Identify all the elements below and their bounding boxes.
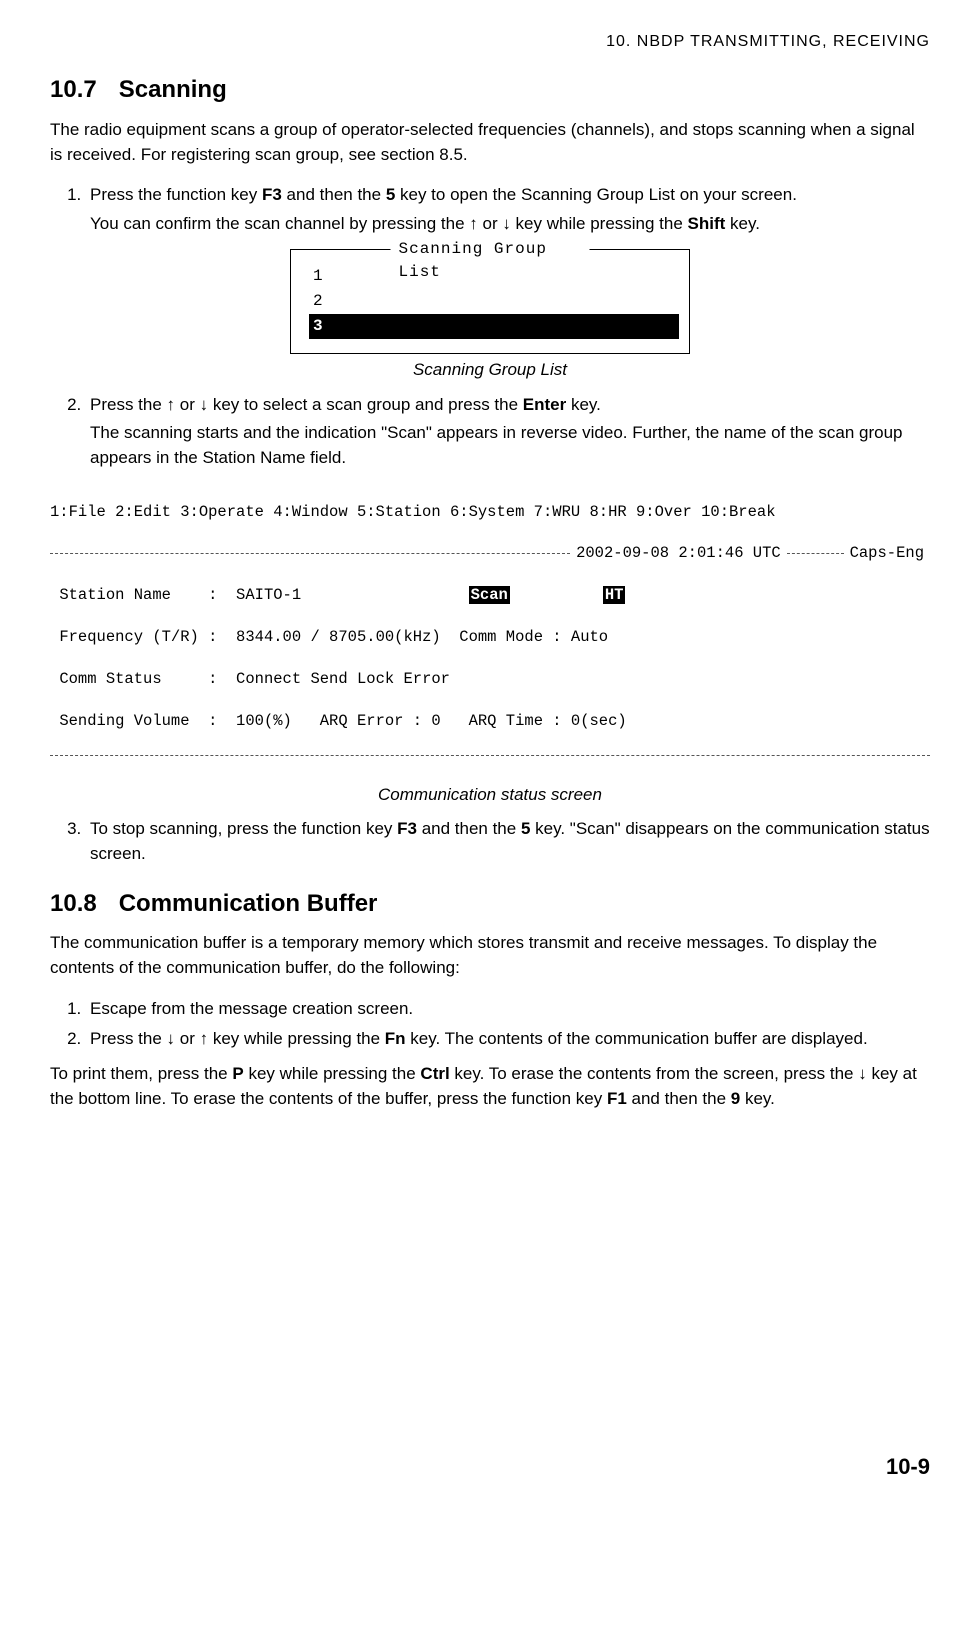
comm-line-4: Sending Volume : 100(%) ARQ Error : 0 AR… bbox=[50, 711, 930, 732]
post-e: key. bbox=[740, 1089, 775, 1108]
step-108-1: Escape from the message creation screen. bbox=[86, 997, 930, 1022]
comm-sending-volume: Sending Volume : 100(%) ARQ Error : 0 AR… bbox=[59, 712, 626, 730]
chapter-header: 10. NBDP TRANSMITTING, RECEIVING bbox=[50, 30, 930, 53]
comm-ht-indicator: HT bbox=[603, 586, 626, 604]
step-3: To stop scanning, press the function key… bbox=[86, 817, 930, 866]
key-f1: F1 bbox=[607, 1089, 627, 1108]
key-enter: Enter bbox=[523, 395, 566, 414]
comm-footer-rule bbox=[50, 755, 930, 756]
comm-line-1: Station Name : SAITO-1 Scan HT bbox=[50, 585, 930, 606]
comm-line-3: Comm Status : Connect Send Lock Error bbox=[50, 669, 930, 690]
section-10-8-heading: 10.8 Communication Buffer bbox=[50, 887, 930, 922]
comm-status-screen: 1:File 2:Edit 3:Operate 4:Window 5:Stati… bbox=[50, 481, 930, 779]
comm-datetime: 2002-09-08 2:01:46 UTC bbox=[570, 543, 787, 564]
key-f3: F3 bbox=[262, 185, 282, 204]
dash-mid bbox=[787, 553, 844, 554]
comm-menubar: 1:File 2:Edit 3:Operate 4:Window 5:Stati… bbox=[50, 502, 930, 523]
section-10-7-heading: 10.7 Scanning bbox=[50, 73, 930, 108]
post-b: key while pressing the bbox=[244, 1064, 421, 1083]
comm-status: Comm Status : Connect Send Lock Error bbox=[59, 670, 450, 688]
key-5-b: 5 bbox=[521, 819, 530, 838]
sgl-caption: Scanning Group List bbox=[50, 358, 930, 383]
comm-header-rule: 2002-09-08 2:01:46 UTC Caps-Eng bbox=[50, 543, 930, 564]
section-108-intro: The communication buffer is a temporary … bbox=[50, 931, 930, 980]
post-d: and then the bbox=[627, 1089, 731, 1108]
step-1-text-c: key to open the Scanning Group List on y… bbox=[395, 185, 797, 204]
step-2-sub: The scanning starts and the indication "… bbox=[90, 421, 930, 470]
sgl-box-title: Scanning Group List bbox=[391, 238, 590, 284]
step-3-text-a: To stop scanning, press the function key bbox=[90, 819, 397, 838]
step-3-text-b: and then the bbox=[417, 819, 521, 838]
key-f3-b: F3 bbox=[397, 819, 417, 838]
sgl-item-3-selected: 3 bbox=[309, 314, 679, 339]
step-2: Press the ↑ or ↓ key to select a scan gr… bbox=[86, 393, 930, 471]
key-ctrl: Ctrl bbox=[420, 1064, 449, 1083]
comm-station-name: Station Name : SAITO-1 bbox=[59, 586, 301, 604]
step-108-2: Press the ↓ or ↑ key while pressing the … bbox=[86, 1027, 930, 1052]
step-2-text-a: Press the ↑ or ↓ key to select a scan gr… bbox=[90, 395, 523, 414]
section-title: Scanning bbox=[119, 76, 227, 103]
step-108-2-a: Press the ↓ or ↑ key while pressing the bbox=[90, 1029, 385, 1048]
comm-line-2: Frequency (T/R) : 8344.00 / 8705.00(kHz)… bbox=[50, 627, 930, 648]
key-shift: Shift bbox=[688, 214, 726, 233]
scanning-group-list-box: Scanning Group List 1 2 3 bbox=[290, 249, 690, 355]
section-intro: The radio equipment scans a group of ope… bbox=[50, 118, 930, 167]
comm-scan-indicator: Scan bbox=[469, 586, 510, 604]
post-a: To print them, press the bbox=[50, 1064, 232, 1083]
section-title-108: Communication Buffer bbox=[119, 890, 378, 917]
step-1-sub-b: key. bbox=[725, 214, 760, 233]
dash-left bbox=[50, 553, 570, 554]
key-p: P bbox=[232, 1064, 243, 1083]
step-1-sub-a: You can confirm the scan channel by pres… bbox=[90, 214, 688, 233]
comm-capseng: Caps-Eng bbox=[844, 543, 930, 564]
page-number: 10-9 bbox=[50, 1451, 930, 1483]
key-fn: Fn bbox=[385, 1029, 406, 1048]
step-2-text-b: key. bbox=[566, 395, 601, 414]
comm-caption: Communication status screen bbox=[50, 783, 930, 808]
step-1-text-a: Press the function key bbox=[90, 185, 262, 204]
step-1: Press the function key F3 and then the 5… bbox=[86, 183, 930, 236]
step-108-2-b: key. The contents of the communication b… bbox=[406, 1029, 868, 1048]
key-5: 5 bbox=[386, 185, 395, 204]
sgl-item-2: 2 bbox=[309, 289, 679, 314]
section-number-108: 10.8 bbox=[50, 890, 97, 917]
step-1-text-b: and then the bbox=[282, 185, 386, 204]
comm-frequency: Frequency (T/R) : 8344.00 / 8705.00(kHz)… bbox=[59, 628, 608, 646]
section-number: 10.7 bbox=[50, 76, 97, 103]
key-9: 9 bbox=[731, 1089, 740, 1108]
section-108-post: To print them, press the P key while pre… bbox=[50, 1062, 930, 1111]
